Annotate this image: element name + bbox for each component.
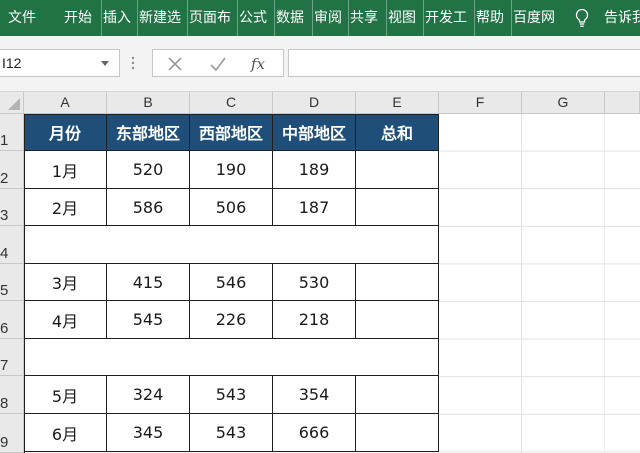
tab-new-select[interactable]: 新建选 [137, 0, 181, 36]
row-header-3[interactable]: 3 [0, 189, 24, 226]
table-cell[interactable]: 666 [273, 414, 356, 452]
row-header-4[interactable]: 4 [0, 226, 24, 264]
table-left-border [24, 114, 25, 453]
table-cell[interactable] [356, 414, 439, 452]
table-cell[interactable] [356, 264, 439, 301]
table-cell[interactable] [356, 301, 439, 339]
header-cell-month[interactable]: 月份 [24, 114, 107, 151]
table-cell[interactable]: 3月 [24, 264, 107, 301]
row-header-6[interactable]: 6 [0, 301, 24, 339]
tab-review[interactable]: 审阅 [312, 0, 342, 36]
enter-check-icon[interactable] [208, 54, 228, 74]
table-cell[interactable] [356, 376, 439, 414]
tab-formulas[interactable]: 公式 [237, 0, 267, 36]
table-cell[interactable]: 187 [273, 189, 356, 226]
formula-input[interactable] [288, 49, 640, 77]
row-header-5[interactable]: 5 [0, 264, 24, 301]
table-cell[interactable]: 520 [107, 151, 190, 189]
table-cell[interactable]: 1月 [24, 151, 107, 189]
column-header-a[interactable]: A [24, 92, 107, 114]
row-header-9[interactable]: 9 [0, 414, 24, 453]
name-box[interactable]: I12 [0, 49, 120, 77]
blank-row[interactable] [24, 226, 439, 264]
tab-help[interactable]: 帮助 [474, 0, 504, 36]
name-box-value: I12 [2, 55, 22, 71]
ribbon-tab-bar: 文件 开始 插入 新建选 页面布 公式 数据 审阅 共享 视图 开发工 帮助 百… [0, 0, 640, 36]
tab-baidu-netdisk[interactable]: 百度网 [511, 0, 555, 36]
blank-row[interactable] [24, 339, 439, 376]
table-cell[interactable]: 189 [273, 151, 356, 189]
tab-page-layout[interactable]: 页面布 [187, 0, 231, 36]
tab-data[interactable]: 数据 [274, 0, 304, 36]
table-cell[interactable]: 226 [190, 301, 273, 339]
table-cell[interactable]: 546 [190, 264, 273, 301]
column-header-d[interactable]: D [273, 92, 356, 114]
more-options-icon [131, 56, 135, 70]
table-cell[interactable]: 324 [107, 376, 190, 414]
column-header-h[interactable] [605, 92, 640, 114]
table-top-border [24, 114, 439, 115]
lightbulb-icon[interactable] [574, 8, 590, 28]
table-cell[interactable]: 543 [190, 376, 273, 414]
column-header-g[interactable]: G [522, 92, 605, 114]
column-header-e[interactable]: E [356, 92, 439, 114]
table-cell[interactable]: 2月 [24, 189, 107, 226]
table-cell[interactable]: 354 [273, 376, 356, 414]
column-header-c[interactable]: C [190, 92, 273, 114]
select-all-corner[interactable] [0, 92, 24, 114]
tell-me-search[interactable]: 告诉我 [604, 0, 640, 36]
tab-share[interactable]: 共享 [348, 0, 378, 36]
table-cell[interactable]: 218 [273, 301, 356, 339]
table-cell[interactable]: 4月 [24, 301, 107, 339]
tab-insert[interactable]: 插入 [101, 0, 131, 36]
header-cell-east[interactable]: 东部地区 [107, 114, 190, 151]
table-cell[interactable]: 5月 [24, 376, 107, 414]
table-cell[interactable]: 190 [190, 151, 273, 189]
table-cell[interactable]: 545 [107, 301, 190, 339]
header-cell-total[interactable]: 总和 [356, 114, 439, 151]
column-header-f[interactable]: F [439, 92, 522, 114]
insert-function-icon[interactable]: fx [251, 54, 277, 74]
table-cell[interactable]: 6月 [24, 414, 107, 452]
header-cell-central[interactable]: 中部地区 [273, 114, 356, 151]
table-cell[interactable]: 586 [107, 189, 190, 226]
table-cell[interactable]: 530 [273, 264, 356, 301]
table-cell[interactable] [356, 151, 439, 189]
row-header-7[interactable]: 7 [0, 339, 24, 376]
row-header-8[interactable]: 8 [0, 376, 24, 414]
table-cell[interactable]: 415 [107, 264, 190, 301]
tab-view[interactable]: 视图 [386, 0, 416, 36]
column-header-b[interactable]: B [107, 92, 190, 114]
table-cell[interactable]: 345 [107, 414, 190, 452]
table-cell[interactable]: 543 [190, 414, 273, 452]
cancel-icon[interactable] [165, 54, 185, 74]
header-cell-west[interactable]: 西部地区 [190, 114, 273, 151]
chevron-down-icon[interactable] [101, 61, 109, 66]
tab-file[interactable]: 文件 [8, 0, 36, 36]
tab-home[interactable]: 开始 [64, 0, 92, 36]
table-cell[interactable]: 506 [190, 189, 273, 226]
formula-controls: fx [152, 49, 284, 77]
row-header-2[interactable]: 2 [0, 151, 24, 189]
row-header-1[interactable]: 1 [0, 114, 24, 151]
tab-developer[interactable]: 开发工 [423, 0, 467, 36]
table-cell[interactable] [356, 189, 439, 226]
